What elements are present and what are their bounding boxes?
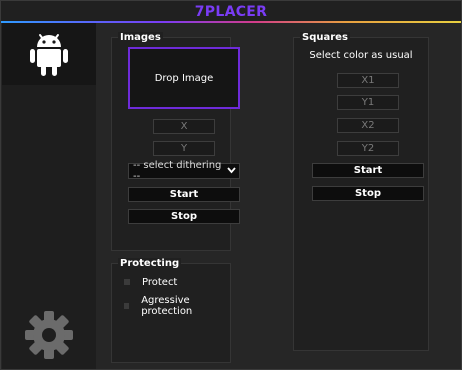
y2-input[interactable]: [337, 141, 399, 156]
squares-hint: Select color as usual: [309, 50, 413, 61]
squares-start-button[interactable]: Start: [312, 163, 424, 178]
drop-image-zone[interactable]: Drop Image: [128, 47, 240, 109]
protecting-section: Protecting Protect Agressive protection: [111, 258, 231, 363]
squares-section: Squares Select color as usual Start Stop: [293, 32, 429, 351]
x-input[interactable]: [153, 119, 215, 134]
app-title: 7PLACER: [194, 4, 268, 20]
gear-icon: [24, 310, 74, 363]
images-start-button[interactable]: Start: [128, 187, 240, 202]
squares-title: Squares: [300, 32, 350, 44]
x2-input[interactable]: [337, 118, 399, 133]
sidebar-item-android[interactable]: [2, 23, 96, 85]
x1-input[interactable]: [337, 73, 399, 88]
images-content: Drop Image -- select dithering -- Start …: [111, 37, 261, 251]
sidebar-item-settings[interactable]: [2, 305, 96, 367]
android-icon: [29, 28, 69, 81]
aggressive-protection-checkbox[interactable]: [124, 303, 130, 309]
title-bar: 7PLACER: [1, 1, 461, 23]
protect-checkbox-row[interactable]: Protect: [124, 275, 177, 289]
aggressive-protection-checkbox-row[interactable]: Agressive protection: [124, 295, 230, 317]
chevron-down-icon: [227, 166, 236, 177]
drop-image-label: Drop Image: [154, 72, 214, 84]
images-stop-button[interactable]: Stop: [128, 209, 240, 224]
aggressive-protection-label: Agressive protection: [141, 295, 193, 317]
protect-label: Protect: [142, 276, 178, 288]
y-input[interactable]: [153, 141, 215, 156]
dithering-select[interactable]: -- select dithering --: [128, 160, 240, 182]
app-window: 7PLACER Images Drop Image X Y -- select …: [0, 0, 462, 370]
dithering-select-value: -- select dithering --: [133, 160, 222, 182]
squares-stop-button[interactable]: Stop: [312, 186, 424, 201]
protecting-title: Protecting: [118, 258, 182, 270]
sidebar: [2, 23, 96, 369]
protect-checkbox[interactable]: [124, 279, 130, 285]
y1-input[interactable]: [337, 95, 399, 110]
